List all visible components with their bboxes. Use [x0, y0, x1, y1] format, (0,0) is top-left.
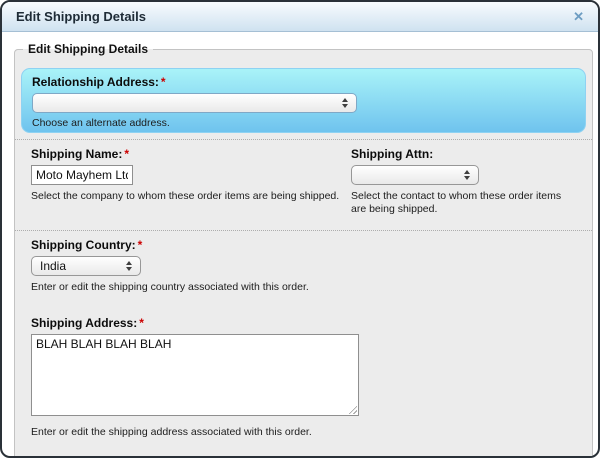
close-icon[interactable]: ✕	[573, 10, 584, 23]
relationship-address-section: Relationship Address: * Choose an alterna…	[21, 68, 586, 133]
shipping-name-input[interactable]	[31, 165, 133, 185]
address-section: Shipping Address: * BLAH BLAH BLAH BLAH E…	[15, 294, 592, 439]
name-attn-section: Shipping Name:* Select the company to wh…	[15, 139, 592, 230]
fieldset-legend: Edit Shipping Details	[28, 42, 149, 56]
relationship-address-select[interactable]	[32, 93, 357, 113]
required-asterisk: *	[137, 238, 143, 252]
shipping-details-fieldset: Edit Shipping Details Relationship Addre…	[14, 42, 593, 456]
shipping-address-label-text: Shipping Address:	[31, 316, 138, 330]
country-section: Shipping Country: * India Enter or edit t…	[15, 230, 592, 294]
shipping-country-help: Enter or edit the shipping country assoc…	[31, 281, 309, 293]
shipping-address-label: Shipping Address: *	[31, 316, 576, 331]
required-asterisk: *	[160, 75, 166, 89]
shipping-attn-label: Shipping Attn:	[351, 147, 434, 161]
shipping-attn-select-wrap	[351, 165, 479, 185]
shipping-country-label-text: Shipping Country:	[31, 238, 136, 252]
shipping-country-select-wrap: India	[31, 256, 141, 276]
shipping-attn-select[interactable]	[351, 165, 479, 185]
required-asterisk: *	[124, 147, 130, 161]
dialog-body: Edit Shipping Details Relationship Addre…	[2, 32, 598, 456]
shipping-address-help: Enter or edit the shipping address assoc…	[31, 426, 312, 438]
relationship-address-label-text: Relationship Address:	[32, 75, 159, 89]
shipping-name-label: Shipping Name: *	[31, 147, 351, 162]
relationship-address-label: Relationship Address: *	[32, 75, 575, 90]
relationship-address-select-wrap	[32, 93, 357, 113]
shipping-name-label-text: Shipping Name:	[31, 147, 123, 161]
shipping-name-help: Select the company to whom these order i…	[31, 190, 340, 202]
dialog-title: Edit Shipping Details	[16, 9, 147, 24]
dialog-header: Edit Shipping Details ✕	[2, 2, 598, 32]
required-asterisk: *	[139, 316, 144, 330]
shipping-country-label: Shipping Country: *	[31, 238, 576, 253]
shipping-name-field: Shipping Name:* Select the company to wh…	[31, 147, 351, 216]
shipping-address-textarea-wrap: BLAH BLAH BLAH BLAH	[31, 334, 359, 416]
relationship-address-help: Choose an alternate address.	[32, 117, 170, 129]
shipping-attn-field: Shipping Attn: Select the contact to who…	[351, 147, 576, 216]
city-state-section: Shipping City:* Shipping State:	[15, 439, 592, 456]
shipping-country-select[interactable]: India	[31, 256, 141, 276]
shipping-address-textarea[interactable]: BLAH BLAH BLAH BLAH	[31, 334, 359, 416]
shipping-attn-help: Select the contact to whom these order i…	[351, 190, 562, 215]
edit-shipping-details-dialog: Edit Shipping Details ✕ Edit Shipping De…	[0, 0, 600, 458]
